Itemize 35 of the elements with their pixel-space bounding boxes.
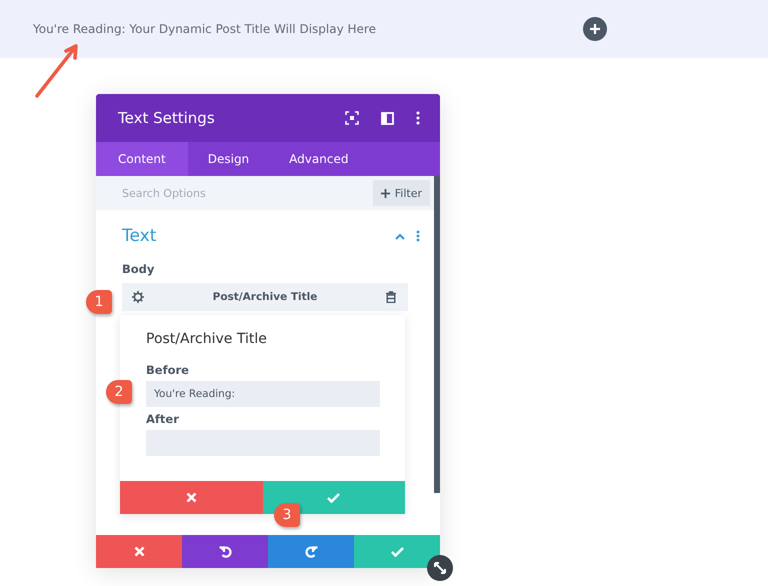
dynamic-content-item[interactable]: Post/Archive Title: [122, 283, 408, 311]
tab[interactable]: Design: [188, 142, 270, 176]
field-label: Body: [122, 262, 156, 276]
step-badge: 1: [86, 290, 112, 314]
filter-button[interactable]: Filter: [372, 176, 434, 210]
check-icon: [390, 546, 404, 556]
input-field[interactable]: You're Reading:: [146, 381, 380, 407]
columns-icon[interactable]: [381, 112, 394, 124]
item-label: Post/Archive Title: [212, 291, 318, 303]
kebab-icon[interactable]: [416, 111, 420, 125]
popup-title: Post/Archive Title: [145, 331, 268, 347]
tab[interactable]: Advanced: [269, 142, 368, 176]
undo-icon: [218, 545, 232, 558]
preview-text: You're Reading: Your Dynamic Post Title Will Display Here: [33, 22, 377, 36]
gear-icon[interactable]: [132, 291, 144, 303]
field-label: After: [145, 412, 180, 426]
close-icon: [134, 546, 144, 557]
field-label: Before: [145, 363, 190, 377]
search-field[interactable]: Search Options: [96, 176, 373, 210]
step-badge: 3: [274, 503, 300, 527]
tab[interactable]: Content: [96, 142, 188, 176]
fullscreen-icon[interactable]: [345, 111, 359, 125]
chevron-icon[interactable]: [395, 232, 405, 240]
trash-icon[interactable]: [386, 291, 396, 303]
redo-icon: [304, 545, 318, 558]
resize-icon[interactable]: [427, 555, 453, 581]
save-button[interactable]: [354, 535, 440, 568]
panel-title: Text Settings: [118, 109, 216, 127]
undo-button[interactable]: [182, 535, 268, 568]
check-icon: [327, 492, 340, 502]
close-icon: [186, 492, 197, 503]
section-title[interactable]: Text: [122, 226, 384, 246]
step-badge: 2: [106, 380, 132, 404]
add-icon[interactable]: [583, 17, 607, 41]
plus-icon: [380, 188, 390, 198]
